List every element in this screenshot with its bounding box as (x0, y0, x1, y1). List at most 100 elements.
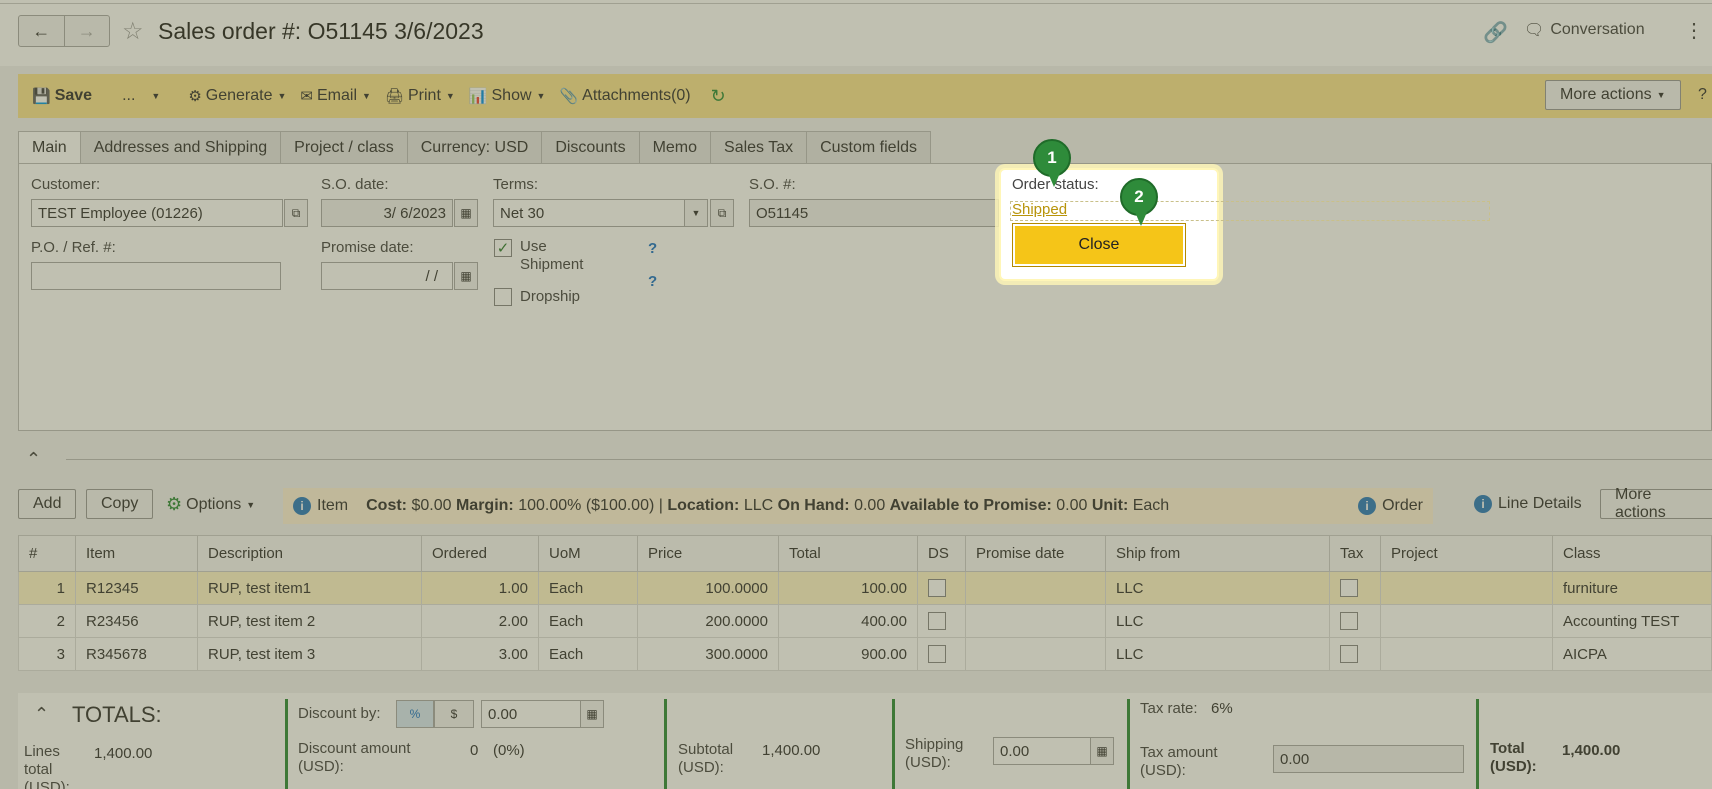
shipping-calculator-icon[interactable]: ▦ (1090, 737, 1114, 765)
copy-button[interactable]: Copy (86, 489, 154, 519)
use-shipment-checkbox[interactable]: ✓ (494, 239, 512, 257)
kebab-menu-icon[interactable]: ⋮ (1684, 18, 1704, 43)
col-uom[interactable]: UoM (538, 535, 638, 572)
col-promise-date[interactable]: Promise date (965, 535, 1106, 572)
print-menu[interactable]: 🖨 Print ▼ (385, 87, 455, 105)
tab-discounts[interactable]: Discounts (541, 131, 640, 163)
ellipsis-menu[interactable]: ... ▼ (122, 87, 160, 105)
refresh-icon[interactable]: ↻ (711, 86, 726, 107)
col-ship-from[interactable]: Ship from (1105, 535, 1330, 572)
table-row[interactable]: 3 R345678 RUP, test item 3 3.00 Each 300… (18, 637, 1712, 671)
back-arrow-icon[interactable]: ← (19, 16, 64, 46)
discount-value-field[interactable]: 0.00 (481, 700, 581, 728)
row-description[interactable]: RUP, test item1 (197, 571, 422, 605)
col-tax[interactable]: Tax (1329, 535, 1381, 572)
terms-select[interactable]: Net 30 (493, 199, 685, 227)
row-ship-from[interactable]: LLC (1105, 571, 1330, 605)
tab-main[interactable]: Main (18, 131, 81, 164)
discount-percent-toggle[interactable]: % (396, 700, 434, 728)
col-price[interactable]: Price (637, 535, 779, 572)
line-details-button[interactable]: i Line Details (1474, 495, 1582, 513)
row-price[interactable]: 300.0000 (637, 637, 779, 671)
star-icon[interactable]: ☆ (122, 17, 144, 46)
col-description[interactable]: Description (197, 535, 422, 572)
row-promise-date[interactable] (965, 571, 1106, 605)
row-ship-from[interactable]: LLC (1105, 637, 1330, 671)
so-number-field[interactable]: O51145 (749, 199, 999, 227)
row-item[interactable]: R345678 (75, 637, 198, 671)
tab-sales-tax[interactable]: Sales Tax (710, 131, 808, 163)
row-uom[interactable]: Each (538, 604, 638, 638)
row-ship-from[interactable]: LLC (1105, 604, 1330, 638)
row-ordered[interactable]: 2.00 (421, 604, 539, 638)
use-shipment-help-icon[interactable]: ? (648, 240, 657, 257)
row-promise-date[interactable] (965, 604, 1106, 638)
row-tax[interactable] (1329, 604, 1381, 638)
ds-checkbox[interactable] (928, 579, 946, 597)
row-ordered[interactable]: 1.00 (421, 571, 539, 605)
order-status-value[interactable]: Shipped (1012, 201, 1067, 218)
row-promise-date[interactable] (965, 637, 1106, 671)
promise-calendar-icon[interactable]: ▦ (454, 262, 478, 290)
tax-checkbox[interactable] (1340, 645, 1358, 663)
tab-memo[interactable]: Memo (638, 131, 712, 163)
row-class[interactable]: AICPA (1552, 637, 1712, 671)
row-item[interactable]: R12345 (75, 571, 198, 605)
col-project[interactable]: Project (1380, 535, 1553, 572)
row-ordered[interactable]: 3.00 (421, 637, 539, 671)
calculator-icon[interactable]: ▦ (580, 700, 604, 728)
row-ds[interactable] (917, 637, 966, 671)
ds-checkbox[interactable] (928, 645, 946, 663)
row-description[interactable]: RUP, test item 3 (197, 637, 422, 671)
row-price[interactable]: 100.0000 (637, 571, 779, 605)
row-tax[interactable] (1329, 571, 1381, 605)
col-class[interactable]: Class (1552, 535, 1712, 572)
totals-collapse-icon[interactable]: ⌃ (34, 704, 49, 725)
tab-currency[interactable]: Currency: USD (406, 131, 543, 163)
link-icon[interactable]: 🔗 (1483, 20, 1508, 45)
col-ds[interactable]: DS (917, 535, 966, 572)
dropship-help-icon[interactable]: ? (648, 273, 657, 290)
close-button[interactable]: Close (1012, 223, 1186, 267)
col-total[interactable]: Total (778, 535, 918, 572)
row-item[interactable]: R23456 (75, 604, 198, 638)
customer-field[interactable]: TEST Employee (01226) (31, 199, 283, 227)
help-icon[interactable]: ? (1698, 86, 1707, 104)
row-project[interactable] (1380, 604, 1553, 638)
row-description[interactable]: RUP, test item 2 (197, 604, 422, 638)
po-ref-field[interactable] (31, 262, 281, 290)
calendar-icon[interactable]: ▦ (454, 199, 478, 227)
order-info-button[interactable]: i Order (1358, 497, 1423, 515)
tab-custom-fields[interactable]: Custom fields (806, 131, 932, 163)
discount-dollar-toggle[interactable]: $ (434, 700, 474, 728)
dropship-checkbox[interactable] (494, 288, 512, 306)
table-row[interactable]: 1 R12345 RUP, test item1 1.00 Each 100.0… (18, 571, 1712, 605)
col-ordered[interactable]: Ordered (421, 535, 539, 572)
tab-project-class[interactable]: Project / class (280, 131, 408, 163)
customer-open-icon[interactable]: ⧉ (284, 199, 308, 227)
row-ds[interactable] (917, 571, 966, 605)
row-class[interactable]: Accounting TEST (1552, 604, 1712, 638)
tax-checkbox[interactable] (1340, 612, 1358, 630)
more-actions-button[interactable]: More actions ▼ (1545, 80, 1681, 110)
row-ds[interactable] (917, 604, 966, 638)
tax-amount-field[interactable]: 0.00 (1273, 745, 1464, 773)
row-uom[interactable]: Each (538, 637, 638, 671)
row-project[interactable] (1380, 637, 1553, 671)
collapse-chevron-icon[interactable]: ⌃ (26, 449, 41, 470)
chevron-down-icon[interactable]: ▼ (684, 199, 708, 227)
row-uom[interactable]: Each (538, 571, 638, 605)
col-item[interactable]: Item (75, 535, 198, 572)
grid-more-actions-button[interactable]: More actions (1600, 486, 1712, 521)
save-button[interactable]: 💾 Save (32, 87, 92, 105)
table-row[interactable]: 2 R23456 RUP, test item 2 2.00 Each 200.… (18, 604, 1712, 638)
add-button[interactable]: Add (18, 489, 77, 519)
forward-arrow-icon[interactable]: → (63, 16, 110, 46)
col-number[interactable]: # (18, 535, 76, 572)
options-menu[interactable]: ⚙ Options ▼ (166, 494, 255, 515)
terms-open-icon[interactable]: ⧉ (710, 199, 734, 227)
so-date-field[interactable]: 3/ 6/2023 (321, 199, 453, 227)
email-menu[interactable]: ✉ Email ▼ (300, 87, 371, 105)
tax-checkbox[interactable] (1340, 579, 1358, 597)
shipping-field[interactable]: 0.00 (993, 737, 1093, 765)
